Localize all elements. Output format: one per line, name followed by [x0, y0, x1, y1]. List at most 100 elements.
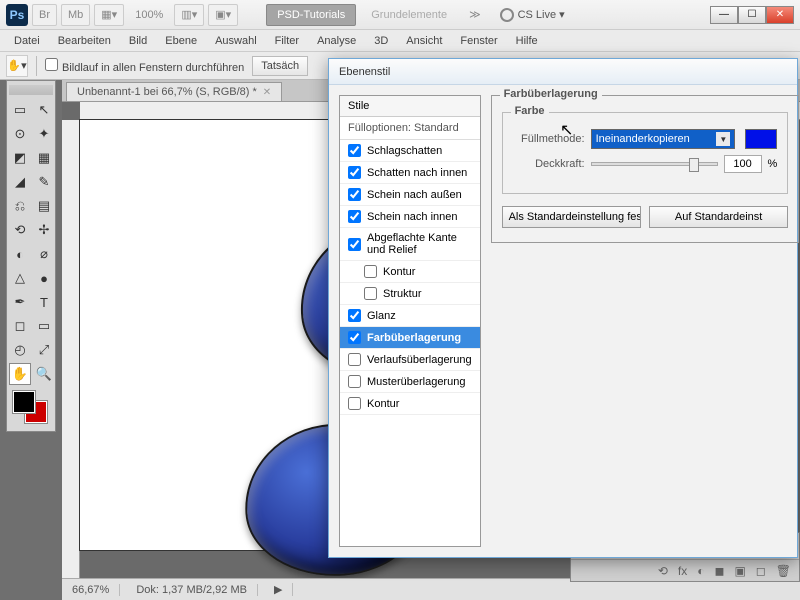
layers-footer-icon[interactable]: ◻ — [756, 564, 766, 578]
layers-footer-icon[interactable]: ◐ — [697, 564, 704, 578]
styles-header[interactable]: Stile — [340, 96, 480, 117]
style-checkbox[interactable] — [348, 353, 361, 366]
tool-1[interactable]: ↖ — [33, 99, 55, 121]
style-checkbox[interactable] — [348, 210, 361, 223]
style-checkbox[interactable] — [348, 238, 361, 251]
workspace-more-button[interactable]: ≫ — [462, 4, 488, 26]
style-item[interactable]: Glanz — [340, 305, 480, 327]
window-minimize-button[interactable]: — — [710, 6, 738, 24]
style-item[interactable]: Kontur — [340, 261, 480, 283]
style-checkbox[interactable] — [348, 331, 361, 344]
tool-13[interactable]: ⌀ — [33, 243, 55, 265]
style-checkbox[interactable] — [364, 265, 377, 278]
layers-footer-icon[interactable]: fx — [678, 564, 687, 578]
tool-8[interactable]: ⎌ — [9, 195, 31, 217]
dialog-titlebar[interactable]: Ebenenstil — [329, 59, 797, 85]
zoom-level[interactable]: 100% — [128, 4, 170, 26]
color-swatches[interactable] — [9, 391, 53, 427]
tool-0[interactable]: ▭ — [9, 99, 31, 121]
status-doc-size[interactable]: Dok: 1,37 MB/2,92 MB — [132, 584, 258, 596]
style-checkbox[interactable] — [364, 287, 377, 300]
style-checkbox[interactable] — [348, 188, 361, 201]
menu-ebene[interactable]: Ebene — [157, 32, 205, 50]
tool-21[interactable]: ⤢ — [33, 339, 55, 361]
cs-live[interactable]: CS Live ▾ — [500, 8, 565, 22]
status-zoom[interactable]: 66,67% — [68, 584, 120, 596]
style-checkbox[interactable] — [348, 309, 361, 322]
tool-12[interactable]: ◐ — [9, 243, 31, 265]
slider-thumb[interactable] — [689, 158, 699, 172]
style-item[interactable]: Verlaufsüberlagerung — [340, 349, 480, 371]
style-item[interactable]: Struktur — [340, 283, 480, 305]
tool-16[interactable]: ✒ — [9, 291, 31, 313]
tool-11[interactable]: ✢ — [33, 219, 55, 241]
make-default-button[interactable]: Als Standardeinstellung festlegen — [502, 206, 641, 228]
reset-default-button[interactable]: Auf Standardeinst — [649, 206, 788, 228]
workspace-tab-active[interactable]: PSD-Tutorials — [266, 4, 356, 26]
window-close-button[interactable]: ✕ — [766, 6, 794, 24]
menu-datei[interactable]: Datei — [6, 32, 48, 50]
layers-footer-icon[interactable]: 🗑 — [776, 564, 791, 578]
style-item[interactable]: Schlagschatten — [340, 140, 480, 162]
tool-6[interactable]: ◢ — [9, 171, 31, 193]
layers-footer-icon[interactable]: ◼ — [714, 564, 724, 578]
style-item[interactable]: Musterüberlagerung — [340, 371, 480, 393]
tool-22[interactable]: ✋ — [9, 363, 31, 385]
menu-fenster[interactable]: Fenster — [452, 32, 505, 50]
tool-17[interactable]: T — [33, 291, 55, 313]
hand-tool-icon[interactable]: ✋▾ — [6, 55, 28, 77]
layers-footer-icon[interactable]: ▣ — [734, 564, 745, 578]
tool-3[interactable]: ✦ — [33, 123, 55, 145]
blend-mode-select[interactable]: Ineinanderkopieren ▼ — [591, 129, 736, 149]
style-checkbox[interactable] — [348, 397, 361, 410]
arrange-button[interactable]: ▥▾ — [174, 4, 204, 26]
style-checkbox[interactable] — [348, 144, 361, 157]
blending-options-row[interactable]: Fülloptionen: Standard — [340, 117, 480, 140]
style-item[interactable]: Abgeflachte Kante und Relief — [340, 228, 480, 261]
tool-23[interactable]: 🔍 — [33, 363, 55, 385]
opacity-slider[interactable] — [591, 162, 718, 166]
style-item[interactable]: Kontur — [340, 393, 480, 415]
style-item[interactable]: Schein nach innen — [340, 206, 480, 228]
style-item[interactable]: Schatten nach innen — [340, 162, 480, 184]
style-checkbox[interactable] — [348, 166, 361, 179]
tool-19[interactable]: ▭ — [33, 315, 55, 337]
layers-footer-icon[interactable]: ⟲ — [658, 564, 668, 578]
tool-10[interactable]: ⟲ — [9, 219, 31, 241]
workspace-tab-inactive[interactable]: Grundelemente — [360, 4, 458, 26]
menu-bearbeiten[interactable]: Bearbeiten — [50, 32, 119, 50]
window-maximize-button[interactable]: ☐ — [738, 6, 766, 24]
menu-bild[interactable]: Bild — [121, 32, 155, 50]
overlay-color-swatch[interactable] — [745, 129, 777, 149]
view-extras-button[interactable]: ▦▾ — [94, 4, 124, 26]
menu-filter[interactable]: Filter — [267, 32, 307, 50]
tool-5[interactable]: ▦ — [33, 147, 55, 169]
minibridge-button[interactable]: Mb — [61, 4, 90, 26]
actual-pixels-button[interactable]: Tatsäch — [252, 56, 308, 76]
tool-7[interactable]: ✎ — [33, 171, 55, 193]
menu-3d[interactable]: 3D — [366, 32, 396, 50]
tool-4[interactable]: ◩ — [9, 147, 31, 169]
menu-ansicht[interactable]: Ansicht — [398, 32, 450, 50]
menu-analyse[interactable]: Analyse — [309, 32, 364, 50]
style-item[interactable]: Schein nach außen — [340, 184, 480, 206]
menu-hilfe[interactable]: Hilfe — [508, 32, 546, 50]
status-arrow[interactable]: ▶ — [270, 583, 293, 596]
tool-2[interactable]: ⊙ — [9, 123, 31, 145]
bridge-button[interactable]: Br — [32, 4, 57, 26]
document-tab[interactable]: Unbenannt-1 bei 66,7% (S, RGB/8) * ✕ — [66, 82, 282, 101]
tool-9[interactable]: ▤ — [33, 195, 55, 217]
menu-auswahl[interactable]: Auswahl — [207, 32, 265, 50]
tool-18[interactable]: ◻ — [9, 315, 31, 337]
tool-14[interactable]: △ — [9, 267, 31, 289]
tool-20[interactable]: ◴ — [9, 339, 31, 361]
screen-mode-button[interactable]: ▣▾ — [208, 4, 238, 26]
tool-15[interactable]: ● — [33, 267, 55, 289]
style-item[interactable]: Farbüberlagerung — [340, 327, 480, 349]
opacity-input[interactable] — [724, 155, 762, 173]
scroll-all-windows-checkbox[interactable]: Bildlauf in allen Fenstern durchführen — [45, 58, 244, 74]
foreground-color-swatch[interactable] — [13, 391, 35, 413]
toolbox-grip[interactable] — [9, 85, 53, 95]
style-checkbox[interactable] — [348, 375, 361, 388]
close-icon[interactable]: ✕ — [263, 87, 271, 98]
